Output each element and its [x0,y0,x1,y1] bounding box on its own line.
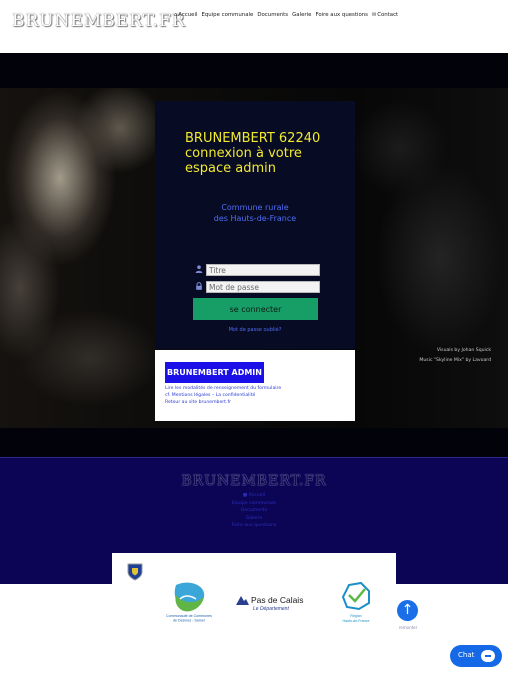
arrow-up-icon: ↑ [401,602,414,618]
coat-of-arms-icon [127,563,143,581]
password-input[interactable] [206,281,320,293]
chat-label: Chat [458,651,475,659]
footer-nav: ■ Accueil Equipe communale Documents Gal… [0,492,508,530]
footer-logo[interactable]: BRUNEMBERT.FR [0,473,508,489]
legal-notice-link[interactable]: cf. Mentions légales – La confidentialit… [165,393,255,398]
admin-info-panel: BRUNEMBERT ADMIN Lire les modalités de r… [155,350,355,421]
username-field-group [193,264,320,276]
login-title: BRUNEMBERT 62240 connexion à votre espac… [185,131,321,176]
subtitle-line: des Hauts-de-France [213,214,297,223]
footer-link-galerie[interactable]: Galerie [0,515,508,523]
nav-item-documents[interactable]: Documents [257,12,288,18]
back-to-top-button[interactable]: ↑ [397,600,418,621]
footer-link-faq[interactable]: Foire aux questions [0,522,508,530]
admin-badge: BRUNEMBERT ADMIN [165,362,264,383]
site-logo[interactable]: BRUNEMBERT.FR [12,11,186,31]
music-credit: Music "Skyline Mix" by Lavoard [419,358,491,363]
main-nav: ⌂Accueil Equipe communale Documents Gale… [174,12,398,18]
ccds-logo[interactable]: Communauté de Communes de Desvres - Same… [162,581,216,623]
nav-item-contact[interactable]: ✉Contact [372,12,398,18]
hdf-line1: Région [350,614,361,618]
chat-bubble-icon [481,650,495,662]
mail-icon: ✉ [372,12,377,18]
back-to-top-label: remonter [398,625,418,630]
nav-item-accueil[interactable]: ⌂Accueil [174,12,197,18]
password-field-group [193,281,320,293]
home-icon: ⌂ [174,12,178,18]
subtitle-line: Commune rurale [221,203,289,212]
login-button[interactable]: se connecter [193,298,318,320]
hero-section: Visuals by Johan Squick Music "Skyline M… [0,53,508,457]
video-credit: Visuals by Johan Squick [436,348,491,353]
nav-item-faq[interactable]: Foire aux questions [315,12,368,18]
login-subtitle: Commune rurale des Hauts-de-France [155,202,355,224]
login-form: BRUNEMBERT 62240 connexion à votre espac… [155,101,355,349]
chat-button[interactable]: Chat [450,645,502,667]
nav-item-galerie[interactable]: Galerie [292,12,311,18]
user-icon [193,265,204,275]
hauts-de-france-logo[interactable]: Région Hauts-de-France [335,581,377,625]
pdc-subtitle: Le Département [253,606,289,612]
ccds-line2: de Desvres - Samer [173,619,206,623]
forgot-password-link[interactable]: Mot de passe oublié? [155,327,355,333]
ccds-line1: Communauté de Communes [166,614,212,618]
footer-link-documents[interactable]: Documents [0,507,508,515]
pas-de-calais-logo[interactable]: Pas de Calais Le Département [233,591,315,615]
username-input[interactable] [206,264,320,276]
back-to-site-link[interactable]: Retour au site brunembert.fr [165,400,231,405]
hdf-line2: Hauts-de-France [343,619,370,623]
nav-item-equipe-communale[interactable]: Equipe communale [201,12,253,18]
partner-logos: Communauté de Communes de Desvres - Same… [112,553,396,679]
footer-link-equipe-communale[interactable]: Equipe communale [0,500,508,508]
pdc-name: Pas de Calais [251,595,303,605]
lock-icon [193,282,204,292]
nav-item-label: Accueil [178,12,198,18]
nav-item-label: Contact [377,12,399,18]
form-rules-link[interactable]: Lire les modalités de renseignement du f… [165,386,281,391]
site-header: BRUNEMBERT.FR ⌂Accueil Equipe communale … [0,0,508,53]
footer-link-accueil[interactable]: ■ Accueil [0,492,508,500]
